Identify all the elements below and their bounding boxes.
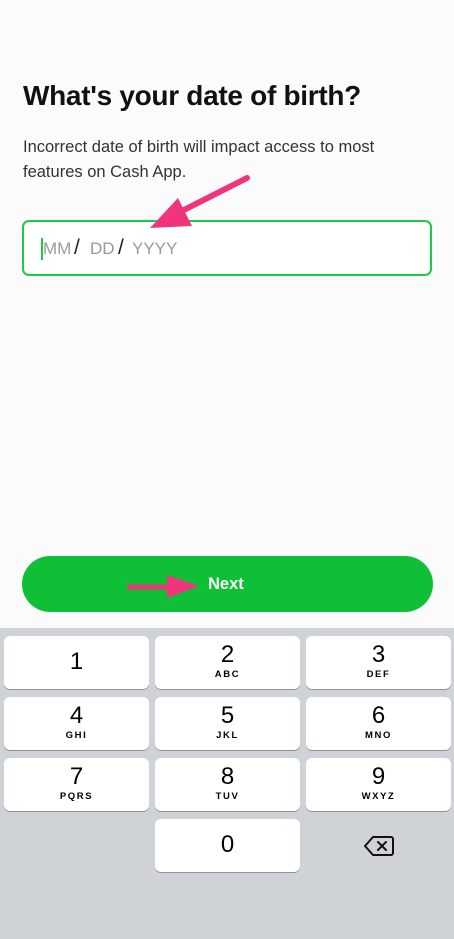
next-button-label: Next <box>208 575 244 593</box>
date-separator: / <box>74 236 80 259</box>
key-number: 3 <box>371 641 386 668</box>
key-number: 6 <box>371 702 386 729</box>
key-letters: MNO <box>365 730 392 741</box>
key-number: 0 <box>220 831 235 858</box>
key-7[interactable]: 7 PQRS <box>4 758 149 811</box>
date-of-birth-input[interactable]: MM / DD / YYYY <box>22 220 432 276</box>
key-8[interactable]: 8 TUV <box>155 758 300 811</box>
day-placeholder: DD <box>90 239 115 258</box>
key-2[interactable]: 2 ABC <box>155 636 300 689</box>
dob-screen: What's your date of birth? Incorrect dat… <box>0 0 454 939</box>
page-subtitle: Incorrect date of birth will impact acce… <box>23 138 375 181</box>
key-number: 2 <box>220 641 235 668</box>
key-0[interactable]: 0 <box>155 819 300 872</box>
backspace-icon <box>363 836 394 856</box>
key-number: 1 <box>69 648 84 675</box>
key-letters: JKL <box>216 730 239 741</box>
date-separator: / <box>118 236 124 259</box>
next-button[interactable]: Next <box>22 556 433 612</box>
key-letters: TUV <box>215 791 240 802</box>
key-number: 5 <box>220 702 235 729</box>
year-placeholder: YYYY <box>132 239 178 258</box>
delete-key[interactable] <box>306 819 451 872</box>
key-number: 4 <box>69 702 84 729</box>
key-number: 9 <box>371 763 386 790</box>
key-letters: DEF <box>366 669 391 680</box>
key-6[interactable]: 6 MNO <box>306 697 451 750</box>
key-letters: GHI <box>65 730 88 741</box>
key-letters: ABC <box>214 669 241 680</box>
numeric-keyboard: 1 2 ABC 3 DEF 4 GHI 5 JKL 6 MNO 7 PQRS 8 <box>0 628 454 939</box>
key-3[interactable]: 3 DEF <box>306 636 451 689</box>
key-4[interactable]: 4 GHI <box>4 697 149 750</box>
page-title: What's your date of birth? <box>23 80 361 111</box>
key-5[interactable]: 5 JKL <box>155 697 300 750</box>
key-number: 7 <box>69 763 84 790</box>
key-letters: WXYZ <box>361 791 396 802</box>
month-placeholder: MM <box>43 239 72 258</box>
key-9[interactable]: 9 WXYZ <box>306 758 451 811</box>
key-letters: PQRS <box>59 791 94 802</box>
key-1[interactable]: 1 <box>4 636 149 689</box>
key-number: 8 <box>220 763 235 790</box>
